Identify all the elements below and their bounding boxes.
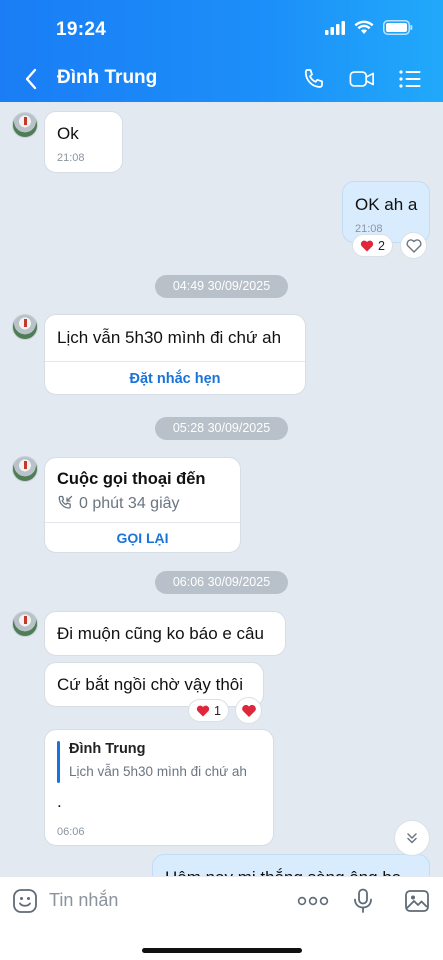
header-actions: [301, 66, 423, 92]
call-duration: 0 phút 34 giây: [79, 495, 180, 512]
contact-avatar[interactable]: [12, 112, 38, 138]
microphone-icon: [354, 888, 372, 913]
quote-text: Lịch vẫn 5h30 mình đi chứ ah: [69, 764, 247, 779]
reaction-count: 2: [378, 238, 385, 253]
reaction-summary[interactable]: 1: [188, 699, 229, 722]
divider: [45, 361, 305, 362]
message-text: Đi muộn cũng ko báo e câu: [57, 624, 264, 643]
message-bubble-incoming[interactable]: Ok 21:08: [44, 111, 123, 173]
heart-icon: [360, 240, 374, 251]
voice-message-button[interactable]: [352, 888, 374, 914]
call-title: Cuộc gọi thoại đến: [57, 470, 206, 488]
call-back-button[interactable]: GỌI LẠI: [45, 530, 240, 546]
date-separator: 06:06 30/09/2025: [155, 571, 288, 594]
reply-message-bubble[interactable]: Đình Trung Lịch vẫn 5h30 mình đi chứ ah …: [44, 729, 274, 846]
wifi-icon: [354, 20, 374, 40]
divider: [45, 522, 240, 523]
message-text: OK ah a: [355, 195, 418, 214]
message-text: Cứ bắt ngồi chờ vậy thôi: [57, 675, 244, 694]
scroll-to-bottom-button[interactable]: [394, 820, 430, 856]
message-composer: Tin nhắn: [0, 876, 443, 960]
status-icons: [325, 20, 413, 40]
status-time: 19:24: [56, 19, 107, 40]
message-time: 06:06: [57, 826, 85, 838]
conversation-menu-button[interactable]: [397, 66, 423, 92]
message-text: Ok: [57, 124, 79, 143]
phone-icon: [304, 69, 323, 88]
contact-avatar[interactable]: [12, 456, 38, 482]
heart-outline-icon: [406, 238, 421, 253]
message-bubble-incoming[interactable]: Lịch vẫn 5h30 mình đi chứ ah Đặt nhắc hẹ…: [44, 314, 306, 395]
message-text: Hôm nay mi thắng sàng ông ba: [165, 868, 401, 876]
message-time: 21:08: [57, 152, 85, 164]
top-bar: 19:24 Đình Trung: [0, 0, 443, 102]
more-options-button[interactable]: [297, 891, 329, 911]
message-bubble-incoming[interactable]: Đi muộn cũng ko báo e câu: [44, 611, 286, 656]
quote-bar: [57, 741, 60, 783]
emoji-sticker-icon: [13, 889, 37, 913]
chevron-left-icon: [25, 68, 37, 90]
message-bubble-outgoing[interactable]: Hôm nay mi thắng sàng ông ba: [152, 854, 430, 876]
message-text: Lịch vẫn 5h30 mình đi chứ ah: [57, 328, 282, 347]
react-button[interactable]: [400, 232, 427, 259]
reaction-count: 1: [214, 703, 221, 718]
react-button[interactable]: [235, 697, 262, 724]
emoji-button[interactable]: [12, 888, 38, 914]
contact-avatar[interactable]: [12, 611, 38, 637]
incoming-call-icon: [57, 495, 73, 516]
battery-icon: [383, 20, 413, 40]
back-button[interactable]: [20, 66, 42, 92]
message-text: .: [57, 792, 62, 811]
reaction-summary[interactable]: 2: [352, 234, 393, 257]
send-image-button[interactable]: [404, 888, 430, 914]
contact-name[interactable]: Đình Trung: [57, 67, 157, 89]
home-indicator: [142, 948, 302, 953]
set-reminder-link[interactable]: Đặt nhắc hẹn: [45, 371, 305, 387]
quote-author: Đình Trung: [69, 741, 146, 757]
date-separator: 04:49 30/09/2025: [155, 275, 288, 298]
menu-list-icon: [399, 70, 421, 88]
video-camera-icon: [349, 71, 374, 87]
message-bubble-incoming[interactable]: Cứ bắt ngồi chờ vậy thôi: [44, 662, 264, 707]
voice-call-button[interactable]: [301, 66, 327, 92]
message-input[interactable]: Tin nhắn: [49, 890, 118, 911]
heart-icon: [241, 704, 256, 717]
double-chevron-down-icon: [407, 833, 417, 844]
call-card[interactable]: Cuộc gọi thoại đến 0 phút 34 giây GỌI LẠ…: [44, 457, 241, 553]
chat-area[interactable]: Ok 21:08 OK ah a 21:08 2 04:49 30/09/202…: [0, 102, 443, 876]
cellular-signal-icon: [325, 20, 345, 40]
video-call-button[interactable]: [349, 66, 375, 92]
heart-icon: [196, 705, 210, 716]
more-dots-icon: [297, 896, 329, 906]
contact-avatar[interactable]: [12, 314, 38, 340]
image-gallery-icon: [405, 890, 429, 912]
date-separator: 05:28 30/09/2025: [155, 417, 288, 440]
